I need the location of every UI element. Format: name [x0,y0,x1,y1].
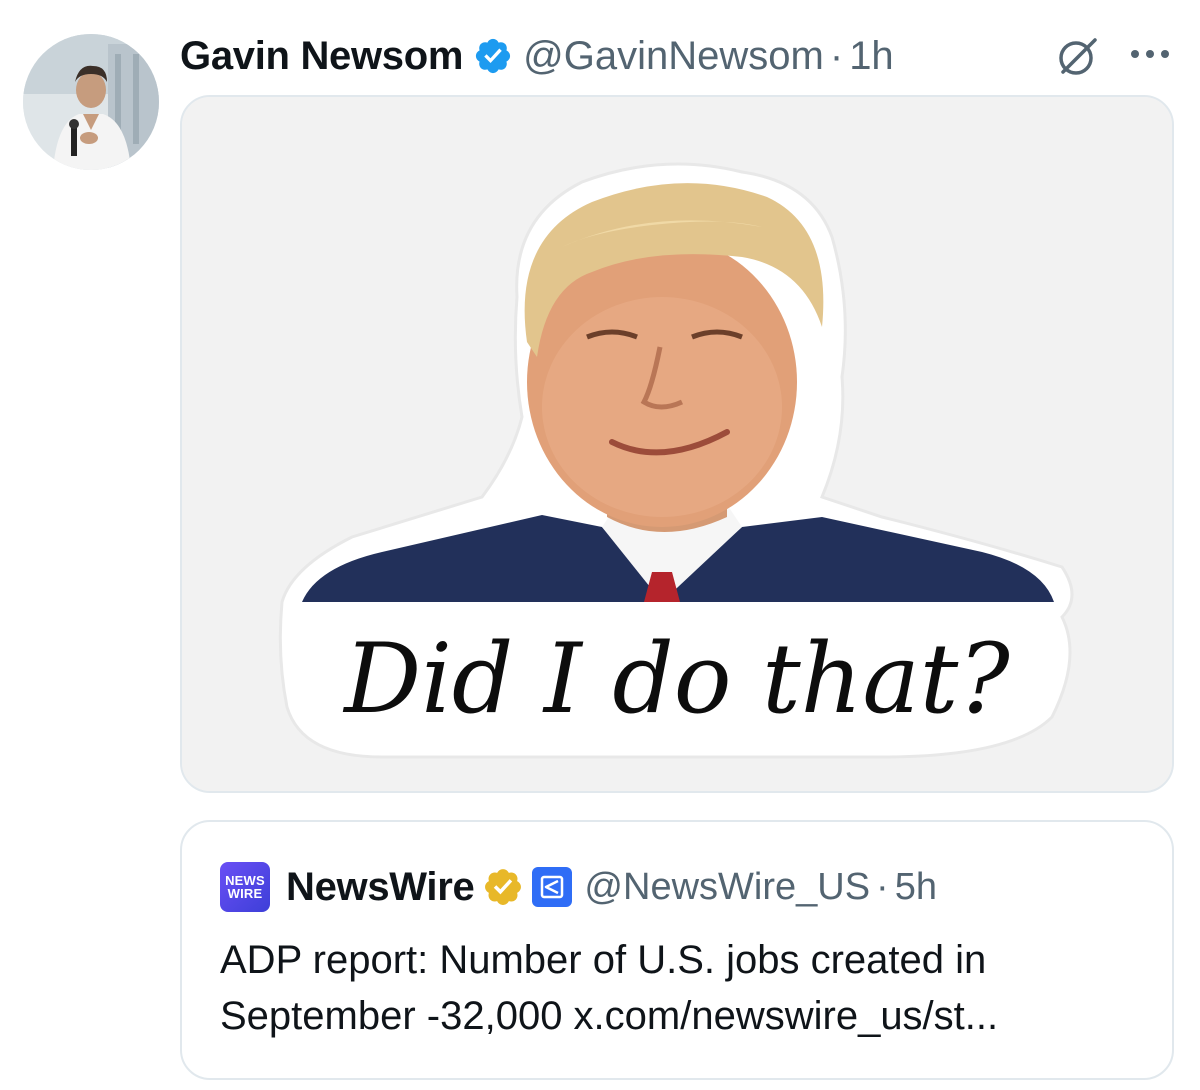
quoted-separator-dot: · [876,865,889,908]
author-display-name[interactable]: Gavin Newsom [180,34,463,79]
meme-sticker-image: Did I do that? [182,97,1172,791]
quoted-handle[interactable]: @NewsWire_US [584,866,870,909]
quoted-tweet-text: ADP report: Number of U.S. jobs created … [220,932,1150,1044]
affiliate-glyph-icon [541,875,564,899]
separator-dot: · [829,33,844,78]
quoted-timestamp[interactable]: 5h [895,866,937,909]
more-icon[interactable] [1127,42,1173,66]
quoted-text-line-2: September -32,000 x.com/newswire_us/st..… [220,994,999,1038]
tweet-media-image[interactable]: Did I do that? [180,95,1174,793]
avatar-logo-text-line2: WIRE [227,886,263,901]
quoted-tweet-header: NEWS WIRE NewsWire @NewsWire_US · 5h [220,862,937,912]
newswire-logo-avatar[interactable]: NEWS WIRE [220,862,270,912]
author-handle[interactable]: @GavinNewsom [523,34,824,79]
quoted-tweet-card[interactable]: NEWS WIRE NewsWire @NewsWire_US · 5h ADP… [180,820,1174,1080]
verified-badge-icon[interactable] [473,36,513,76]
author-avatar[interactable] [23,34,159,170]
affiliate-badge-icon[interactable] [532,867,573,907]
grok-icon[interactable] [1055,34,1101,80]
tweet-timestamp[interactable]: 1h [849,34,894,79]
quoted-text-line-1: ADP report: Number of U.S. jobs created … [220,938,987,982]
meme-caption: Did I do that? [342,623,1010,735]
tweet-header: Gavin Newsom @GavinNewsom · 1h [180,28,894,84]
tweet[interactable]: Gavin Newsom @GavinNewsom · 1h Did I do … [0,0,1200,1090]
quoted-display-name[interactable]: NewsWire [286,865,475,910]
author-avatar-image [23,34,159,170]
gold-verified-badge-icon[interactable] [482,866,524,908]
